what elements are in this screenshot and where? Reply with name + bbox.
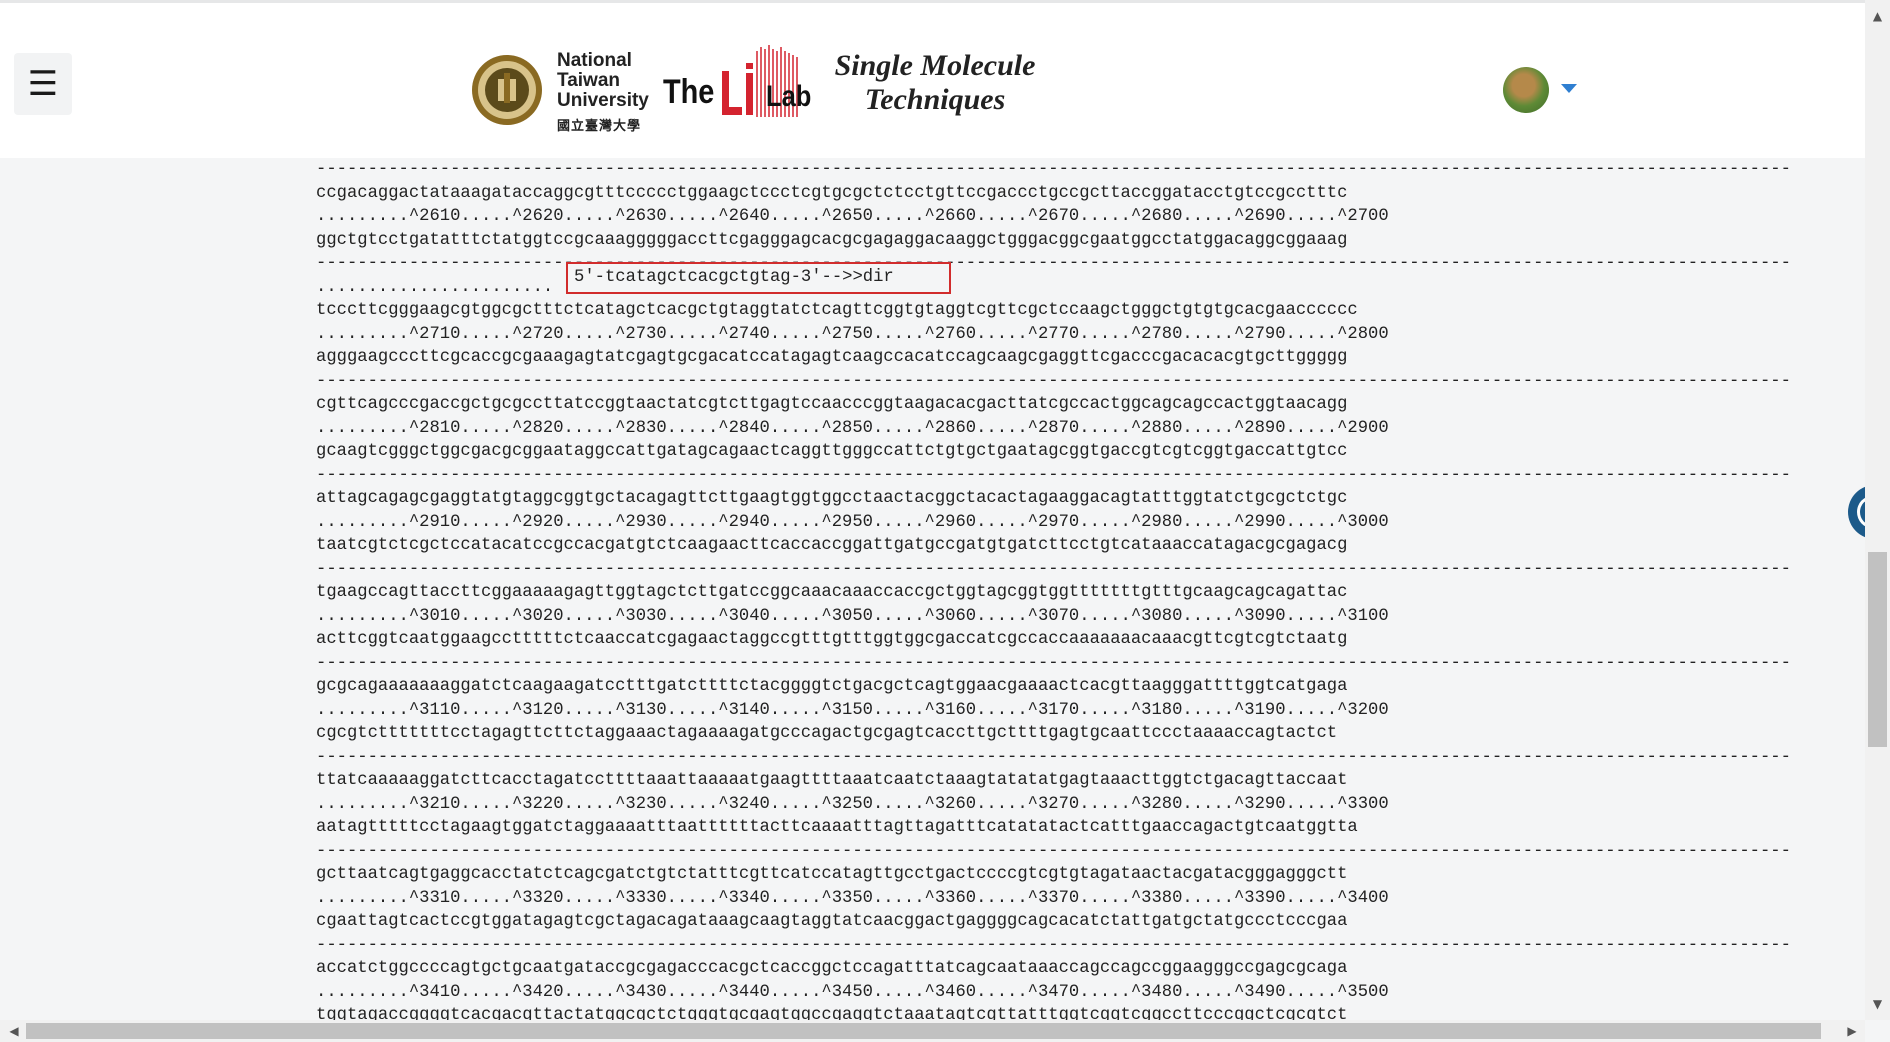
university-line-2: Taiwan — [557, 70, 620, 91]
sequence-line: .........^3410.....^3420.....^3430.....^… — [316, 982, 1389, 1002]
horizontal-scrollbar[interactable]: ◀ ▶ — [0, 1020, 1865, 1042]
sequence-line: acttcggtcaatggaagcctttttctcaaccatcgagaac… — [316, 630, 1348, 649]
scroll-left-icon[interactable]: ◀ — [4, 1020, 24, 1042]
avatar-icon[interactable] — [1503, 67, 1549, 113]
sequence-line: ....................... — [316, 277, 554, 297]
sequence-line: .........^2810.....^2820.....^2830.....^… — [316, 418, 1389, 438]
site-header: ☰ National Taiwan University 國立臺灣大學 The — [0, 3, 1865, 158]
university-line-1: National — [557, 50, 632, 71]
sequence-line: .........^3310.....^3320.....^3330.....^… — [316, 888, 1389, 908]
sequence-line: ----------------------------------------… — [316, 559, 1791, 579]
sequence-line: gcaagtcgggctggcgacgcggaataggccattgatagca… — [316, 442, 1348, 461]
sequence-line: ----------------------------------------… — [316, 371, 1791, 391]
sequence-line: .........^3210.....^3220.....^3230.....^… — [316, 794, 1389, 814]
vertical-scroll-thumb[interactable] — [1868, 552, 1887, 747]
lab-tagline: Single Molecule Techniques — [830, 49, 1040, 117]
sequence-line: cgcgtctttttttcctagagttcttctaggaaactagaaa… — [316, 724, 1338, 743]
scroll-down-icon[interactable]: ▼ — [1865, 994, 1890, 1014]
menu-icon: ☰ — [27, 64, 59, 104]
lab-the-text: The — [663, 73, 715, 111]
scroll-up-icon[interactable]: ▲ — [1865, 6, 1890, 26]
sequence-line: ttatcaaaaaggatcttcacctagatccttttaaattaaa… — [316, 771, 1348, 790]
sequence-line: .........^3010.....^3020.....^3030.....^… — [316, 606, 1389, 626]
sequence-viewer: ----------------------------------------… — [316, 158, 1791, 1028]
sequence-line: gcttaatcagtgaggcacctatctcagcgatctgtctatt… — [316, 865, 1348, 884]
sequence-line: .........^2710.....^2720.....^2730.....^… — [316, 324, 1389, 344]
sequence-line: .........^3110.....^3120.....^3130.....^… — [316, 700, 1389, 720]
lab-logo[interactable]: National Taiwan University 國立臺灣大學 The La… — [470, 43, 1040, 133]
university-seal-icon — [472, 55, 542, 125]
menu-button[interactable]: ☰ — [14, 53, 72, 115]
horizontal-scroll-thumb[interactable] — [26, 1023, 1821, 1039]
sequence-line: ----------------------------------------… — [316, 254, 1791, 273]
university-line-3: University — [557, 90, 649, 111]
sequence-line: tgaagccagttaccttcggaaaaagagttggtagctcttg… — [316, 583, 1348, 602]
caret-down-icon[interactable] — [1561, 84, 1577, 93]
university-name: National Taiwan University — [557, 51, 649, 111]
sequence-line: attagcagagcgaggtatgtaggcggtgctacagagttct… — [316, 489, 1348, 508]
scroll-right-icon[interactable]: ▶ — [1842, 1020, 1862, 1042]
sequence-line: taatcgtctcgctccatacatccgccacgatgtctcaaga… — [316, 536, 1348, 555]
sequence-line: ccgacaggactataaagataccaggcgtttccccctggaa… — [316, 183, 1348, 203]
sequence-line: ----------------------------------------… — [316, 653, 1791, 673]
tagline-line-2: Techniques — [864, 83, 1006, 116]
sequence-line: aatagtttttcctagaagtggatctaggaaaatttaattt… — [316, 818, 1358, 837]
university-name-cn: 國立臺灣大學 — [557, 118, 642, 133]
sequence-line: ----------------------------------------… — [316, 747, 1791, 767]
sequence-line: ----------------------------------------… — [316, 841, 1791, 861]
sequence-line: ----------------------------------------… — [316, 160, 1791, 179]
sequence-line: cgttcagcccgaccgctgcgccttatccggtaactatcgt… — [316, 395, 1348, 414]
sequence-line: ----------------------------------------… — [316, 935, 1791, 955]
sequence-line: tcccttcgggaagcgtggcgctttctcatagctcacgctg… — [316, 301, 1358, 320]
sequence-line: .........^2610.....^2620.....^2630.....^… — [316, 207, 1389, 226]
sequence-line: gcgcagaaaaaaaggatctcaagaagatcctttgatcttt… — [316, 677, 1348, 696]
primer-annotation: 5'-tcatagctcacgctgtag-3'-->>dir — [566, 262, 951, 294]
sequence-line: .........^2910.....^2920.....^2930.....^… — [316, 512, 1389, 532]
sequence-line: agggaagcccttcgcaccgcgaaagagtatcgagtgcgac… — [316, 348, 1348, 367]
sequence-line: ----------------------------------------… — [316, 465, 1791, 485]
lab-text: Lab — [766, 80, 812, 113]
sequence-line: ggctgtcctgatatttctatggtccgcaaagggggacctt… — [316, 230, 1348, 250]
tagline-line-1: Single Molecule — [834, 49, 1036, 82]
sequence-line: cgaattagtcactccgtggatagagtcgctagacagataa… — [316, 912, 1348, 931]
vertical-scrollbar[interactable]: ▲ ▼ — [1865, 0, 1890, 1020]
sequence-line: accatctggccccagtgctgcaatgataccgcgagaccca… — [316, 959, 1348, 978]
